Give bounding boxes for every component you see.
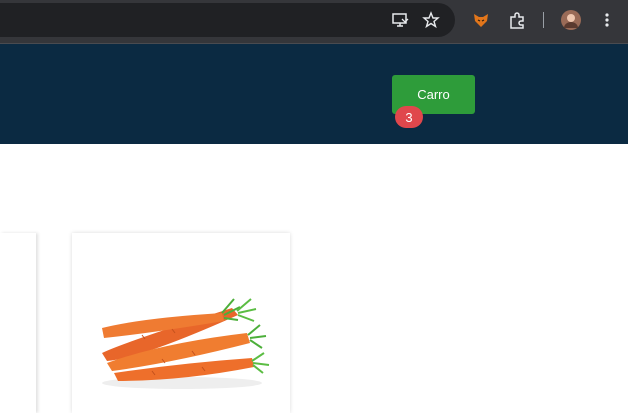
screen-cast-icon[interactable]: [389, 9, 411, 31]
address-bar[interactable]: [0, 3, 455, 37]
site-header: Carro 3: [0, 44, 628, 144]
toolbar-divider: [543, 12, 544, 28]
fox-extension-icon[interactable]: [470, 9, 492, 31]
cart-count-badge: 3: [395, 106, 423, 128]
product-list: [0, 145, 628, 413]
carrot-image: [102, 298, 270, 389]
puzzle-icon[interactable]: [506, 9, 528, 31]
star-icon[interactable]: [420, 9, 442, 31]
browser-toolbar: [0, 0, 628, 44]
previous-product-card[interactable]: [0, 233, 36, 413]
cart-label: Carro: [417, 87, 450, 102]
product-card[interactable]: [72, 233, 290, 413]
more-vert-icon[interactable]: [596, 9, 618, 31]
profile-avatar[interactable]: [560, 9, 582, 31]
